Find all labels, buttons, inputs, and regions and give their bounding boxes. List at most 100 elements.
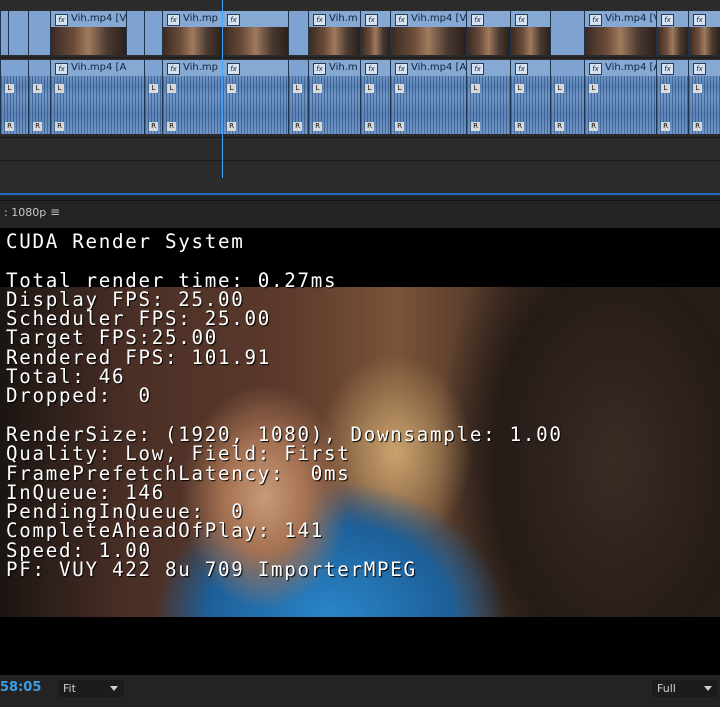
channel-right-badge: R: [515, 122, 524, 131]
playhead-timecode[interactable]: 58:05: [0, 680, 41, 695]
audio-clip-segment[interactable]: R: [28, 96, 50, 134]
video-clip[interactable]: fx Vih.mp4 [V: [390, 11, 466, 55]
fx-badge-icon: fx: [515, 14, 528, 26]
channel-left-badge: L: [5, 84, 14, 93]
monitor-controls-bar: 58:05 Fit Full: [0, 675, 720, 707]
playback-resolution-value: Full: [657, 682, 676, 695]
video-clip-segment[interactable]: [0, 11, 8, 55]
audio-track-right: R R R R R R R R R R R R R R R R: [0, 96, 720, 134]
clip-thumbnail: [467, 27, 510, 55]
fx-badge-icon: fx: [313, 63, 326, 75]
audio-clip-segment[interactable]: R: [288, 96, 308, 134]
audio-clip-segment[interactable]: fx L: [510, 60, 550, 96]
audio-clip-segment[interactable]: fx L: [222, 60, 288, 96]
fx-badge-icon: fx: [661, 63, 674, 75]
video-clip-segment[interactable]: [288, 11, 308, 55]
fx-badge-icon: fx: [515, 63, 528, 75]
channel-left-badge: L: [661, 84, 670, 93]
fx-badge-icon: fx: [227, 14, 240, 26]
fx-badge-icon: fx: [395, 63, 408, 75]
audio-clip-segment[interactable]: R: [510, 96, 550, 134]
video-clip[interactable]: fx Vih.mp4 [V: [50, 11, 126, 55]
video-clip[interactable]: fx Vih.mp: [162, 11, 222, 55]
audio-clip-segment[interactable]: R: [144, 96, 162, 134]
audio-clip[interactable]: fx Vih.mp L: [162, 60, 222, 96]
video-clip-segment[interactable]: fx: [360, 11, 390, 55]
channel-right-badge: R: [5, 122, 14, 131]
channel-left-badge: L: [293, 84, 302, 93]
audio-clip[interactable]: R: [308, 96, 360, 134]
audio-clip-segment[interactable]: fx L: [360, 60, 390, 96]
channel-left-badge: L: [55, 84, 64, 93]
chevron-down-icon: [704, 686, 712, 691]
audio-clip-segment[interactable]: R: [0, 96, 28, 134]
video-clip-segment[interactable]: fx: [510, 11, 550, 55]
clip-label: Vih.mp4 [V: [71, 13, 126, 24]
audio-clip-segment[interactable]: R: [360, 96, 390, 134]
audio-clip[interactable]: fx Vih.mp4 [A L: [390, 60, 466, 96]
video-clip-segment[interactable]: [144, 11, 162, 55]
panel-focus-line: [0, 193, 720, 195]
clip-label: Vih.mp4 [A: [605, 62, 656, 73]
channel-right-badge: R: [555, 122, 564, 131]
audio-clip-segment[interactable]: R: [550, 96, 584, 134]
audio-clip-segment[interactable]: R: [466, 96, 510, 134]
channel-left-badge: L: [313, 84, 322, 93]
audio-clip[interactable]: fx Vih.mp4 [A L: [584, 60, 656, 96]
audio-clip[interactable]: R: [162, 96, 222, 134]
video-clip[interactable]: fx Vih.mp4 [V: [584, 11, 656, 55]
channel-right-badge: R: [661, 122, 670, 131]
audio-clip-segment[interactable]: R: [656, 96, 688, 134]
audio-clip-segment[interactable]: fx L: [466, 60, 510, 96]
clip-label: Vih.mp4 [V: [605, 13, 656, 24]
video-clip[interactable]: fx Vih.m: [308, 11, 360, 55]
channel-right-badge: R: [471, 122, 480, 131]
fx-badge-icon: fx: [55, 63, 68, 75]
fx-badge-icon: fx: [365, 14, 378, 26]
audio-clip-segment[interactable]: L: [550, 60, 584, 96]
video-clip-segment[interactable]: fx: [688, 11, 720, 55]
channel-right-badge: R: [33, 122, 42, 131]
clip-label: Vih.mp: [183, 13, 219, 24]
video-clip-segment[interactable]: fx: [656, 11, 688, 55]
channel-right-badge: R: [589, 122, 598, 131]
clip-thumbnail: [391, 27, 466, 55]
audio-clip-segment[interactable]: L: [288, 60, 308, 96]
sequence-name[interactable]: : 1080p: [4, 206, 46, 219]
audio-clip-segment[interactable]: R: [688, 96, 720, 134]
video-clip-segment[interactable]: [28, 11, 50, 55]
audio-clip[interactable]: R: [390, 96, 466, 134]
video-clip-segment[interactable]: fx: [466, 11, 510, 55]
audio-clip[interactable]: fx Vih.mp4 [A L: [50, 60, 144, 96]
audio-clip-segment[interactable]: fx L: [688, 60, 720, 96]
audio-clip-segment[interactable]: fx L: [656, 60, 688, 96]
fx-badge-icon: fx: [395, 14, 408, 26]
audio-clip[interactable]: R: [50, 96, 144, 134]
audio-clip[interactable]: fx Vih.m L: [308, 60, 360, 96]
video-clip-segment[interactable]: [550, 11, 584, 55]
channel-left-badge: L: [589, 84, 598, 93]
audio-clip[interactable]: R: [584, 96, 656, 134]
overlay-line: Target FPS:25.00: [6, 326, 219, 350]
fx-badge-icon: fx: [661, 14, 674, 26]
video-clip-segment[interactable]: [8, 11, 28, 55]
audio-clip-segment[interactable]: L: [144, 60, 162, 96]
panel-menu-icon[interactable]: ≡: [50, 205, 60, 219]
fx-badge-icon: fx: [471, 63, 484, 75]
chevron-down-icon: [110, 686, 118, 691]
fx-badge-icon: fx: [365, 63, 378, 75]
overlay-line: Quality: Low, Field: First: [6, 442, 351, 466]
playback-resolution-select[interactable]: Full: [652, 680, 718, 697]
timeline-panel: fx Vih.mp4 [V fx Vih.mp fx fx Vih.m fx fx Vi…: [0, 0, 720, 196]
channel-left-badge: L: [365, 84, 374, 93]
clip-label: Vih.mp4 [A: [71, 62, 127, 73]
video-clip-segment[interactable]: [126, 11, 144, 55]
audio-clip-segment[interactable]: R: [222, 96, 288, 134]
audio-clip-segment[interactable]: L: [0, 60, 28, 96]
audio-clip-segment[interactable]: L: [28, 60, 50, 96]
clip-thumbnail: [223, 27, 288, 55]
program-monitor-viewer[interactable]: CUDA Render System Total render time: 0.…: [0, 228, 720, 675]
zoom-level-select[interactable]: Fit: [58, 680, 124, 697]
playhead[interactable]: [222, 0, 223, 178]
video-clip-segment[interactable]: fx: [222, 11, 288, 55]
